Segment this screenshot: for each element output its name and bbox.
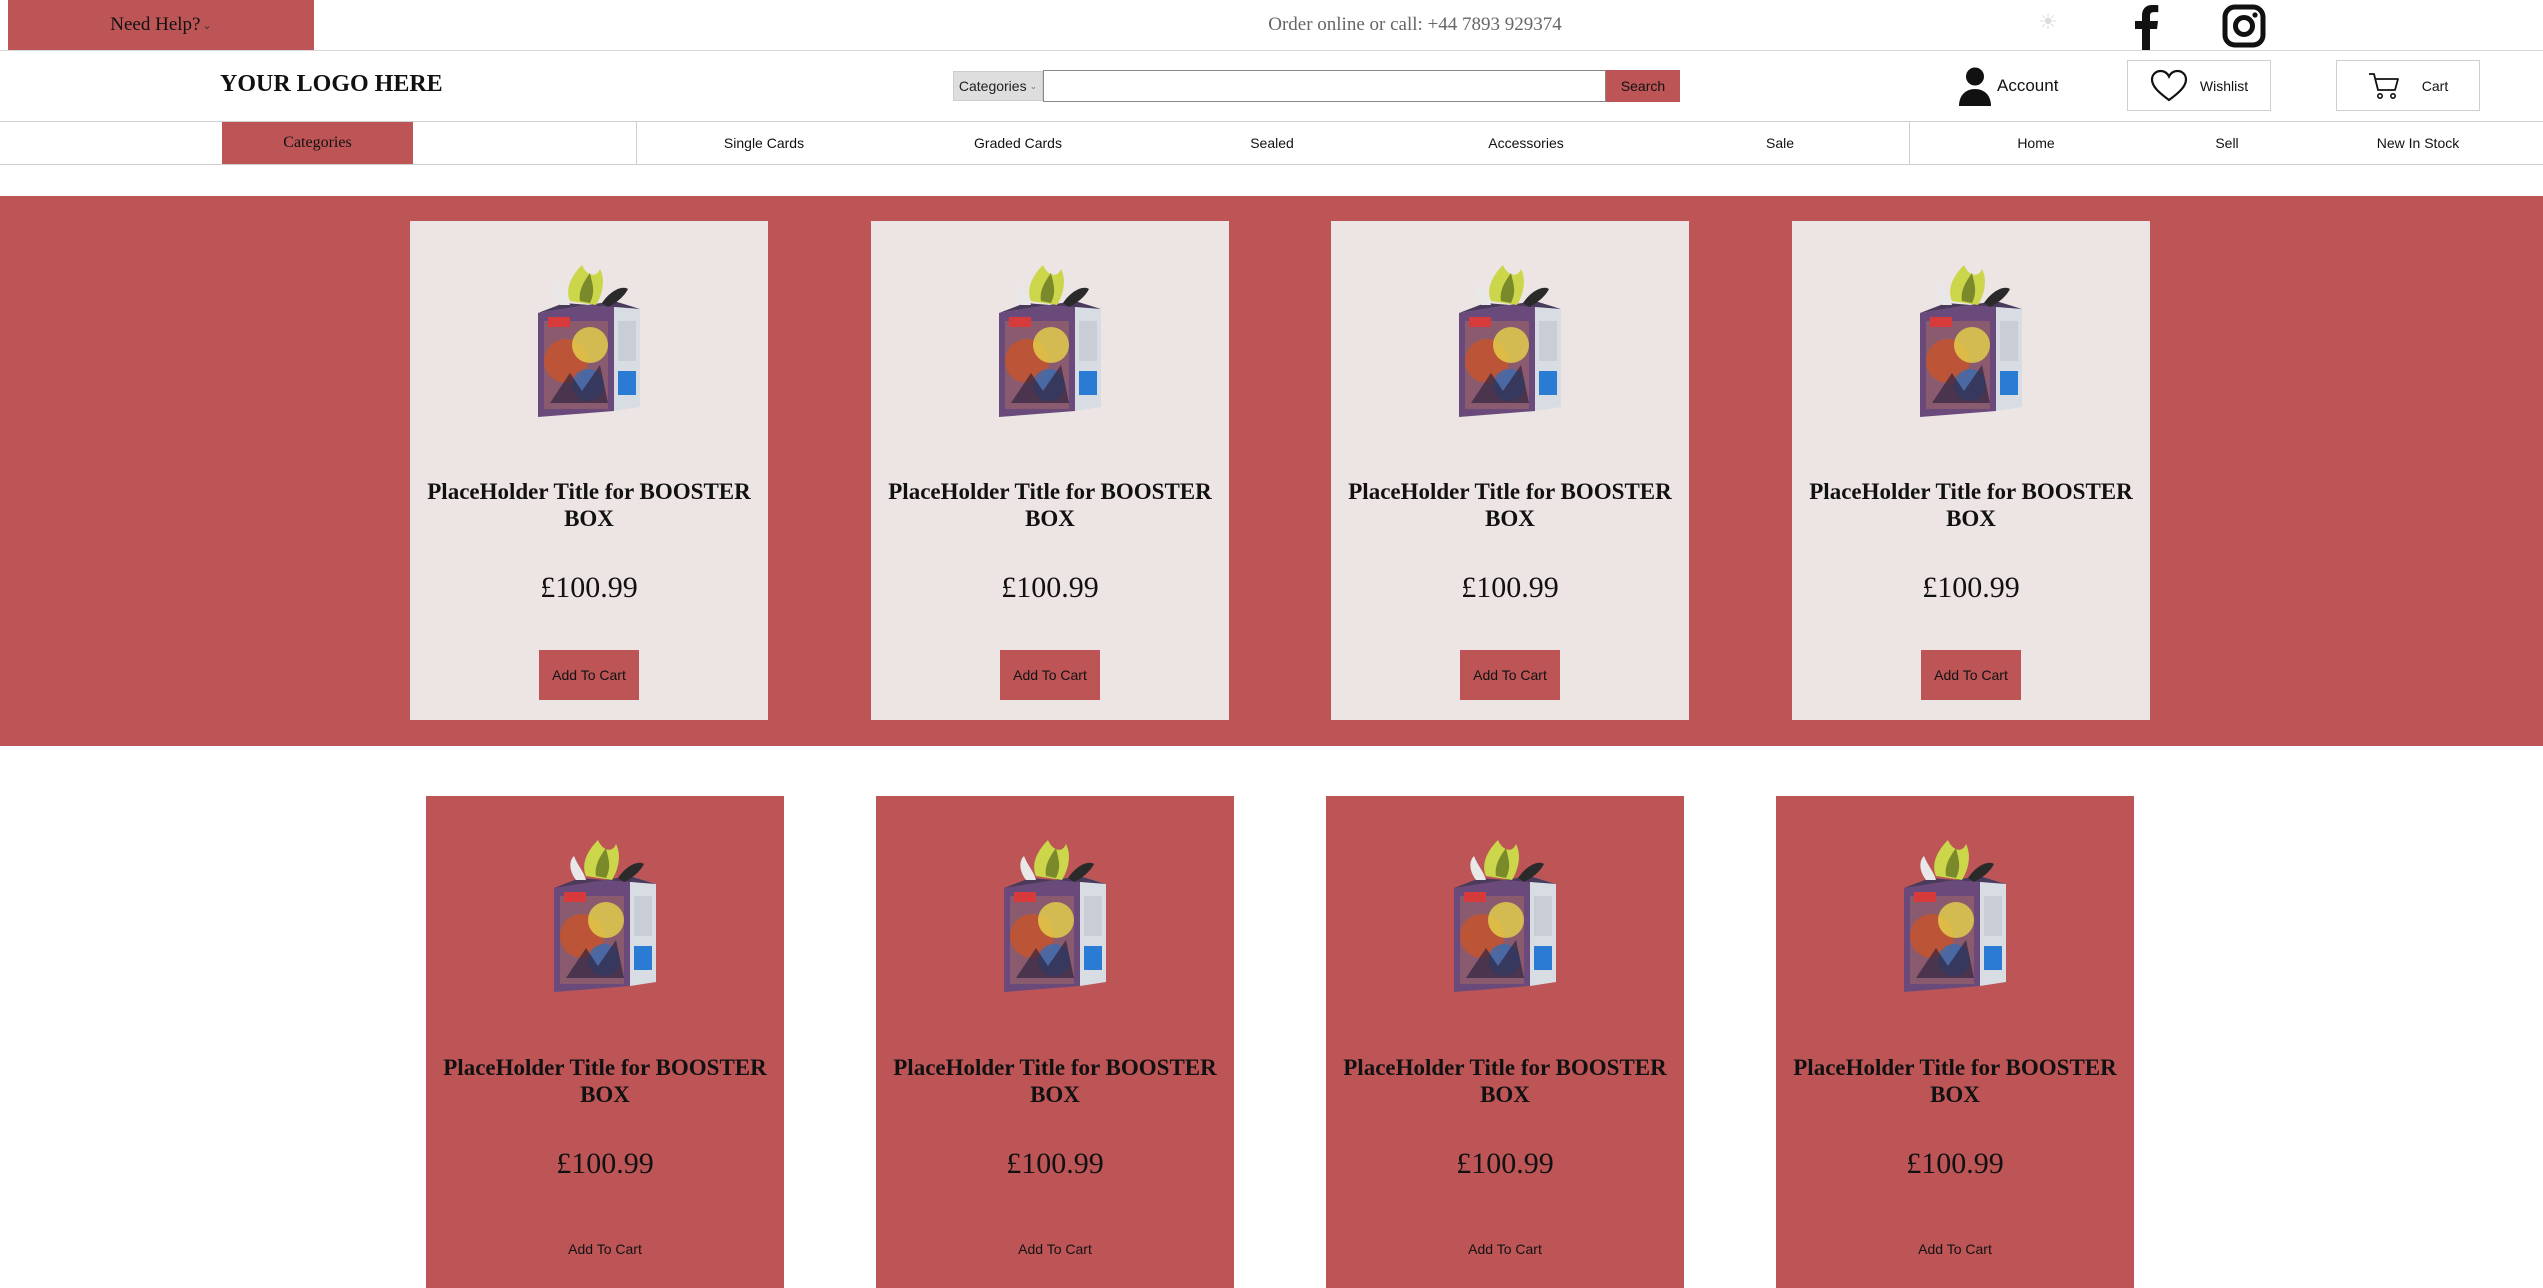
add-to-cart-button[interactable]: Add To Cart xyxy=(1905,1224,2005,1274)
search-input[interactable] xyxy=(1043,70,1606,102)
product-card[interactable]: PlaceHolder Title for BOOSTER BOX £100.9… xyxy=(1331,221,1689,720)
product-title[interactable]: PlaceHolder Title for BOOSTER BOX xyxy=(1792,478,2150,532)
product-card[interactable]: PlaceHolder Title for BOOSTER BOX £100.9… xyxy=(871,221,1229,720)
add-to-cart-button[interactable]: Add To Cart xyxy=(539,650,639,700)
instagram-icon[interactable] xyxy=(2222,4,2266,48)
product-title[interactable]: PlaceHolder Title for BOOSTER BOX xyxy=(1776,1054,2134,1108)
add-to-cart-button[interactable]: Add To Cart xyxy=(555,1224,655,1274)
search-category-label: Categories xyxy=(958,78,1027,94)
product-image[interactable] xyxy=(1776,836,2134,992)
need-help-button[interactable]: Need Help? ⌄ xyxy=(8,0,314,50)
product-card[interactable]: PlaceHolder Title for BOOSTER BOX £100.9… xyxy=(1326,796,1684,1288)
order-contact-text: Order online or call: +44 7893 929374 xyxy=(1268,14,1562,35)
product-price: £100.99 xyxy=(540,571,638,604)
cart-button[interactable]: Cart xyxy=(2336,60,2480,111)
add-to-cart-button[interactable]: Add To Cart xyxy=(1460,650,1560,700)
nav-link-sale[interactable]: Sale xyxy=(1766,122,1794,164)
wishlist-button[interactable]: Wishlist xyxy=(2127,60,2271,111)
product-image[interactable] xyxy=(426,836,784,992)
product-image[interactable] xyxy=(1331,261,1689,417)
featured-products-section xyxy=(0,196,2543,746)
nav-link-single-cards[interactable]: Single Cards xyxy=(724,122,804,164)
product-card[interactable]: PlaceHolder Title for BOOSTER BOX £100.9… xyxy=(426,796,784,1288)
nav-categories-button[interactable]: Categories xyxy=(222,122,413,164)
add-to-cart-button[interactable]: Add To Cart xyxy=(1005,1224,1105,1274)
add-to-cart-button[interactable]: Add To Cart xyxy=(1921,650,2021,700)
product-image[interactable] xyxy=(410,261,768,417)
user-icon xyxy=(1959,67,1991,106)
add-to-cart-button[interactable]: Add To Cart xyxy=(1455,1224,1555,1274)
product-price: £100.99 xyxy=(1922,571,2020,604)
product-title[interactable]: PlaceHolder Title for BOOSTER BOX xyxy=(1331,478,1689,532)
add-to-cart-button[interactable]: Add To Cart xyxy=(1000,650,1100,700)
product-title[interactable]: PlaceHolder Title for BOOSTER BOX xyxy=(426,1054,784,1108)
chevron-down-icon: ⌄ xyxy=(1029,80,1038,91)
product-card[interactable]: PlaceHolder Title for BOOSTER BOX £100.9… xyxy=(876,796,1234,1288)
nav-divider xyxy=(636,122,637,164)
product-image[interactable] xyxy=(876,836,1234,992)
account-link[interactable]: Account xyxy=(1957,64,2058,108)
nav-link-accessories[interactable]: Accessories xyxy=(1488,122,1563,164)
cart-label: Cart xyxy=(2421,77,2449,94)
product-title[interactable]: PlaceHolder Title for BOOSTER BOX xyxy=(871,478,1229,532)
product-price: £100.99 xyxy=(1006,1147,1104,1180)
product-image[interactable] xyxy=(1326,836,1684,992)
nav-divider xyxy=(1909,122,1910,164)
cart-icon xyxy=(2368,72,2399,99)
chevron-down-icon: ⌄ xyxy=(202,19,212,32)
product-title[interactable]: PlaceHolder Title for BOOSTER BOX xyxy=(876,1054,1234,1108)
nav-link-sell[interactable]: Sell xyxy=(2215,122,2238,164)
product-title[interactable]: PlaceHolder Title for BOOSTER BOX xyxy=(410,478,768,532)
product-card[interactable]: PlaceHolder Title for BOOSTER BOX £100.9… xyxy=(1776,796,2134,1288)
product-title[interactable]: PlaceHolder Title for BOOSTER BOX xyxy=(1326,1054,1684,1108)
site-logo[interactable]: YOUR LOGO HERE xyxy=(220,71,443,98)
product-price: £100.99 xyxy=(1906,1147,2004,1180)
product-image[interactable] xyxy=(1792,261,2150,417)
product-price: £100.99 xyxy=(556,1147,654,1180)
account-label: Account xyxy=(1997,76,2059,95)
facebook-icon[interactable] xyxy=(2127,2,2167,50)
product-price: £100.99 xyxy=(1456,1147,1554,1180)
product-image[interactable] xyxy=(871,261,1229,417)
product-card[interactable]: PlaceHolder Title for BOOSTER BOX £100.9… xyxy=(1792,221,2150,720)
need-help-label: Need Help? xyxy=(110,14,201,35)
nav-link-new-in-stock[interactable]: New In Stock xyxy=(2377,122,2459,164)
nav-link-sealed[interactable]: Sealed xyxy=(1250,122,1294,164)
search-button[interactable]: Search xyxy=(1606,70,1680,102)
nav-link-home[interactable]: Home xyxy=(2017,122,2054,164)
nav-link-graded-cards[interactable]: Graded Cards xyxy=(974,122,1062,164)
product-price: £100.99 xyxy=(1461,571,1559,604)
wishlist-label: Wishlist xyxy=(2199,77,2249,94)
product-price: £100.99 xyxy=(1001,571,1099,604)
search-category-select[interactable]: Categories ⌄ xyxy=(953,71,1043,101)
product-card[interactable]: PlaceHolder Title for BOOSTER BOX £100.9… xyxy=(410,221,768,720)
sun-icon[interactable]: ☀ xyxy=(2037,11,2059,33)
heart-icon xyxy=(2150,69,2187,101)
